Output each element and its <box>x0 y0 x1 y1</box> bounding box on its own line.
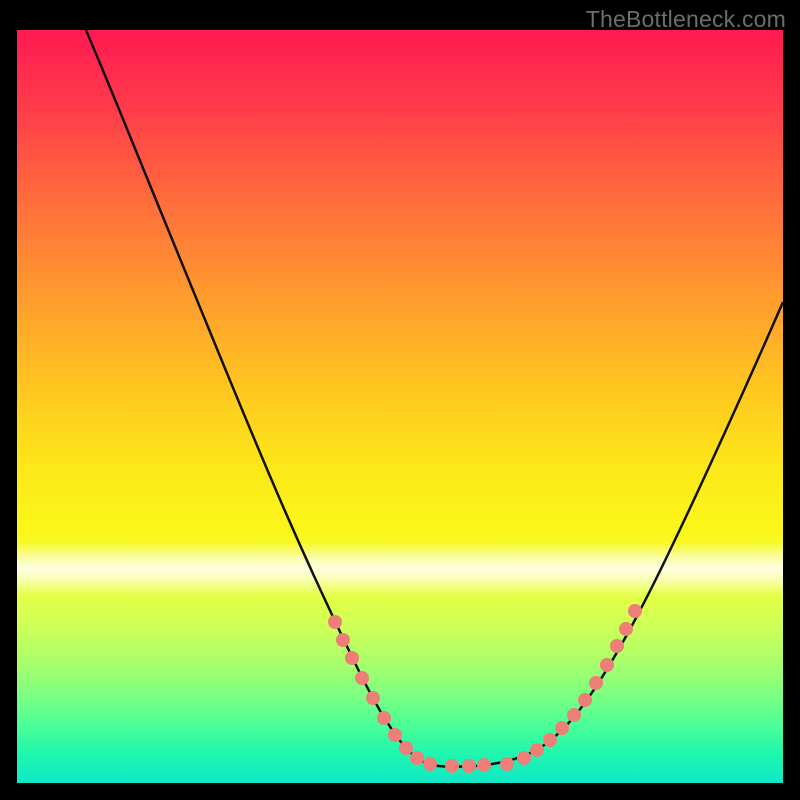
marker-dot <box>600 658 614 672</box>
marker-dot <box>345 651 359 665</box>
marker-dot <box>628 604 642 618</box>
chart-frame: TheBottleneck.com <box>0 0 800 800</box>
bottleneck-curve <box>86 30 783 767</box>
marker-dot <box>530 743 544 757</box>
marker-dot <box>355 671 369 685</box>
marker-dot <box>567 708 581 722</box>
marker-dot <box>543 733 557 747</box>
marker-dot <box>619 622 633 636</box>
watermark-text: TheBottleneck.com <box>586 6 786 33</box>
marker-dot <box>500 757 514 771</box>
marker-dot <box>377 711 391 725</box>
marker-dot <box>462 759 476 773</box>
dotted-markers-group <box>328 604 642 773</box>
chart-svg <box>17 30 783 783</box>
marker-dot <box>328 615 342 629</box>
marker-dot <box>388 728 402 742</box>
marker-dot <box>477 758 491 772</box>
marker-dot <box>445 759 459 773</box>
marker-dot <box>336 633 350 647</box>
marker-dot <box>610 639 624 653</box>
marker-dot <box>578 693 592 707</box>
marker-dot <box>589 676 603 690</box>
marker-dot <box>555 721 569 735</box>
marker-dot <box>366 691 380 705</box>
marker-dot <box>399 741 413 755</box>
marker-dot <box>517 751 531 765</box>
marker-dot <box>423 757 437 771</box>
plot-area <box>17 30 783 783</box>
marker-dot <box>410 751 424 765</box>
